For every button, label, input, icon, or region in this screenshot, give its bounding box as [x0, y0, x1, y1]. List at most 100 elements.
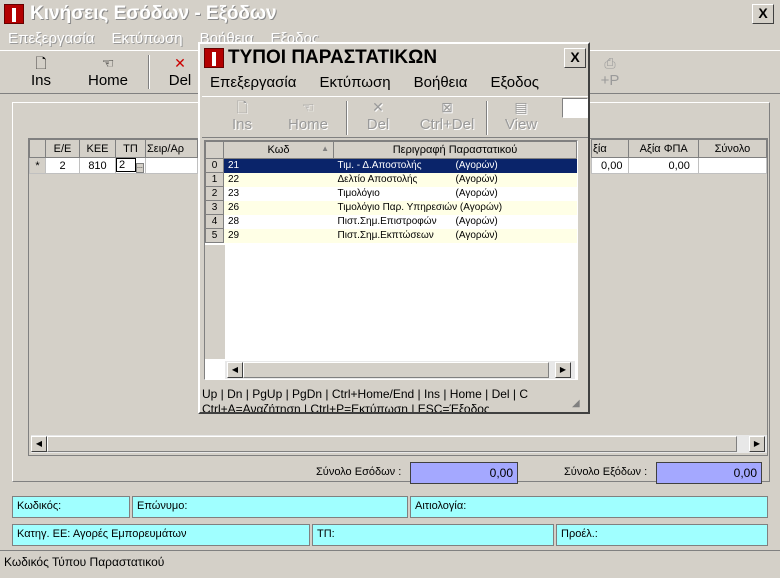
dialog-menubar: Επεξεργασία Εκτύπωση Βοήθεια Εξοδος	[210, 74, 559, 91]
ellipsis-button[interactable]: ...	[136, 163, 144, 173]
menu-edit[interactable]: Επεξεργασία	[8, 30, 94, 47]
dialog-row[interactable]: 2 23 Τιμολόγιο (Αγορών)	[205, 186, 577, 201]
dialog-home-button[interactable]: ☜ Home	[280, 98, 336, 133]
status-text: Κωδικός Τύπου Παραστατικού	[4, 555, 165, 569]
tp-editor[interactable]: 2	[116, 158, 136, 172]
dialog-menu-print[interactable]: Εκτύπωση	[319, 74, 390, 91]
dialog-menu-exit[interactable]: Εξοδος	[490, 74, 539, 91]
col-tp[interactable]: ΤΠ	[115, 139, 146, 158]
dialog-row[interactable]: 5 29 Πιστ.Σημ.Εκπτώσεων (Αγορών)	[205, 228, 577, 243]
dialog-ctrl-del-button[interactable]: ⊠ Ctrl+Del	[412, 98, 482, 133]
close-button[interactable]: X	[752, 4, 774, 24]
ctrl-p-button[interactable]: ⎙ +P	[590, 54, 630, 89]
main-grid-table: Ε/Ε ΚΕΕ ΤΠ Σειρ/Αρ * 2 810 2...	[29, 139, 198, 174]
col-series[interactable]: Σειρ/Αρ	[145, 139, 198, 158]
dialog-scroll-left-icon[interactable]: ◀	[227, 362, 243, 378]
cell-vat[interactable]: 0,00	[628, 157, 699, 174]
row-code[interactable]: 28	[224, 215, 334, 229]
window-title: Κινήσεις Εσόδων - Εξόδων	[30, 3, 277, 24]
row-indicator-header	[29, 139, 46, 158]
row-marker: *	[29, 157, 46, 174]
del-button[interactable]: ✕ Del	[160, 54, 200, 89]
dialog-col-code[interactable]: Κωδ ▲	[223, 141, 334, 159]
origin-field: Προέλ.:	[556, 524, 768, 546]
home-icon: ☜	[101, 55, 115, 71]
dialog-del-button[interactable]: ✕ Del	[358, 98, 398, 133]
row-code[interactable]: 22	[223, 172, 334, 187]
reason-field: Αιτιολογία:	[410, 496, 768, 518]
dialog-row[interactable]: 1 22 Δελτίο Αποστολής (Αγορών)	[205, 172, 577, 187]
income-total-label: Σύνολο Εσόδων :	[316, 466, 402, 478]
expense-total-value: 0,00	[656, 462, 762, 484]
resize-grip-icon[interactable]: ◢	[572, 398, 580, 409]
dialog-titlebar: ΤΥΠΟΙ ΠΑΡΑΣΤΑΤΙΚΩΝ X	[200, 44, 588, 72]
scroll-thumb[interactable]	[47, 436, 737, 452]
dialog-title: ΤΥΠΟΙ ΠΑΡΑΣΤΑΤΙΚΩΝ	[228, 47, 438, 68]
delete-icon: ✕	[174, 55, 186, 71]
row-desc[interactable]: Πιστ.Σημ.Εκπτώσεων (Αγορών)	[333, 228, 577, 243]
row-code[interactable]: 21	[223, 158, 334, 173]
cell-ee[interactable]: 2	[45, 157, 80, 174]
dialog-app-icon	[204, 48, 224, 68]
income-total-value: 0,00	[410, 462, 518, 484]
dialog-toolbar-separator-2	[486, 101, 488, 135]
row-desc[interactable]: Πιστ.Σημ.Επιστροφών (Αγορών)	[334, 215, 577, 229]
col-vat[interactable]: Αξία ΦΠΑ	[628, 139, 699, 158]
row-index: 5	[205, 228, 224, 243]
dialog-row[interactable]: 4 28 Πιστ.Σημ.Επιστροφών (Αγορών)	[205, 214, 577, 229]
keyboard-hints-line1: Up | Dn | PgUp | PgDn | Ctrl+Home/End | …	[202, 387, 529, 401]
col-kee[interactable]: ΚΕΕ	[79, 139, 116, 158]
dialog-scroll-right-icon[interactable]: ▶	[555, 362, 571, 378]
dialog-ins-button[interactable]: 🗋 Ins	[218, 98, 266, 133]
home-icon: ☜	[301, 99, 315, 115]
cell-series[interactable]	[145, 157, 198, 174]
row-code[interactable]: 29	[223, 228, 334, 243]
dialog-menu-help[interactable]: Βοήθεια	[414, 74, 468, 91]
cell-tp[interactable]: 2...	[115, 157, 146, 174]
print-icon: ⎙	[604, 55, 616, 71]
col-total[interactable]: Σύνολο	[697, 139, 768, 158]
col-ee[interactable]: Ε/Ε	[45, 139, 80, 158]
dialog-menu-edit[interactable]: Επεξεργασία	[210, 74, 296, 91]
dialog-row-header-fill	[205, 245, 225, 359]
app-icon	[4, 4, 24, 24]
dialog-close-button[interactable]: X	[564, 48, 586, 68]
cell-kee[interactable]: 810	[79, 157, 116, 174]
dialog-view-button[interactable]: ▤ View	[496, 98, 546, 133]
tp-field: ΤΠ:	[312, 524, 554, 546]
keyboard-hints-line2: Ctrl+A=Αναζήτηση | Ctrl+P=Εκτύπωση | ESC…	[202, 402, 490, 412]
dialog-toolbar: 🗋 Ins ☜ Home ✕ Del ⊠ Ctrl+Del ▤ View	[202, 96, 588, 138]
dialog-grid-table: Κωδ ▲ Περιγραφή Παραστατικού 0 21 Τιμ. -…	[205, 141, 577, 243]
menu-print[interactable]: Εκτύπωση	[111, 30, 182, 47]
row-index: 2	[205, 186, 224, 201]
document-types-dialog: ΤΥΠΟΙ ΠΑΡΑΣΤΑΤΙΚΩΝ X Επεξεργασία Εκτύπωσ…	[198, 42, 590, 414]
row-desc[interactable]: Τιμ. - Δ.Αποστολής (Αγορών)	[333, 158, 577, 173]
dialog-toolbar-separator	[346, 101, 348, 135]
expense-total-label: Σύνολο Εξόδων :	[564, 466, 648, 478]
main-h-scrollbar[interactable]: ◀ ▶	[31, 435, 767, 453]
dialog-h-scrollbar[interactable]: ◀ ▶	[225, 361, 575, 379]
dialog-grid: Κωδ ▲ Περιγραφή Παραστατικού 0 21 Τιμ. -…	[204, 140, 578, 380]
category-field: Κατηγ. ΕΕ: Αγορές Εμπορευμάτων	[12, 524, 310, 546]
dialog-col-desc[interactable]: Περιγραφή Παραστατικού	[333, 141, 577, 159]
toolbar-separator	[148, 55, 150, 89]
scroll-right-icon[interactable]: ▶	[749, 436, 765, 452]
ins-button[interactable]: 🗋 Ins	[16, 54, 66, 89]
home-button[interactable]: ☜ Home	[80, 54, 136, 89]
row-desc[interactable]: Δελτίο Αποστολής (Αγορών)	[333, 172, 577, 187]
dialog-scroll-thumb[interactable]	[243, 362, 549, 378]
code-field: Κωδικός:	[12, 496, 130, 518]
row-desc[interactable]: Τιμολόγιο Παρ. Υπηρεσιών (Αγορών)	[333, 200, 577, 215]
sort-ascending-icon: ▲	[321, 144, 329, 153]
dialog-row[interactable]: 0 21 Τιμ. - Δ.Αποστολής (Αγορών)	[205, 158, 577, 173]
scroll-left-icon[interactable]: ◀	[31, 436, 47, 452]
row-desc[interactable]: Τιμολόγιο (Αγορών)	[334, 187, 577, 201]
dialog-row[interactable]: 3 26 Τιμολόγιο Παρ. Υπηρεσιών (Αγορών)	[205, 200, 577, 215]
cell-total[interactable]	[697, 157, 768, 174]
new-document-icon: 🗋	[35, 55, 47, 71]
col-value[interactable]: ξία	[590, 139, 630, 158]
row-code[interactable]: 26	[223, 200, 334, 215]
cell-value[interactable]: 0,00	[590, 157, 630, 174]
row-code[interactable]: 23	[224, 187, 334, 201]
search-box[interactable]	[562, 98, 588, 118]
